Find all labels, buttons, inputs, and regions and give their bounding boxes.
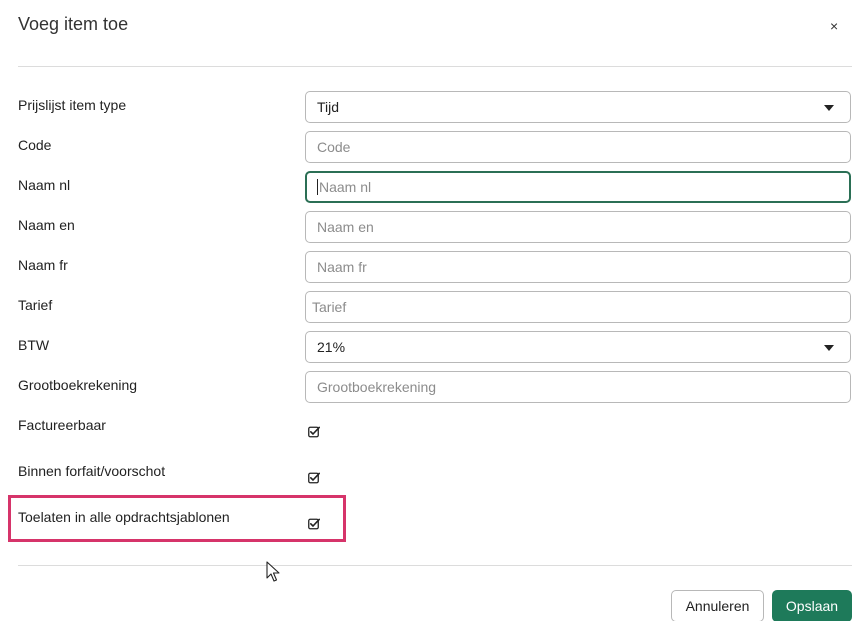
type-select-value: Tijd	[317, 99, 340, 115]
header-divider	[18, 66, 852, 67]
naam-fr-placeholder: Naam fr	[317, 259, 367, 275]
btw-select-value: 21%	[317, 339, 346, 355]
forfait-label: Binnen forfait/voorschot	[18, 463, 166, 479]
naam-nl-input[interactable]: Naam nl	[305, 171, 851, 203]
chevron-down-icon	[824, 345, 834, 351]
chevron-down-icon	[824, 105, 834, 111]
save-button[interactable]: Opslaan	[772, 590, 852, 621]
type-label: Prijslijst item type	[18, 97, 127, 113]
naam-en-label: Naam en	[18, 217, 75, 233]
code-placeholder: Code	[317, 139, 351, 155]
naam-fr-label: Naam fr	[18, 257, 68, 273]
naam-en-input[interactable]: Naam en	[305, 211, 851, 243]
code-label: Code	[18, 137, 52, 153]
btw-select[interactable]: 21%	[305, 331, 851, 363]
btw-label: BTW	[18, 337, 50, 353]
add-item-dialog: Voeg item toe × Prijslijst item type Tij…	[0, 0, 868, 621]
mouse-pointer-icon	[266, 561, 280, 582]
text-caret	[317, 179, 318, 195]
tarief-label: Tarief	[18, 297, 53, 313]
factureerbaar-checkbox[interactable]	[308, 426, 320, 438]
naam-fr-input[interactable]: Naam fr	[305, 251, 851, 283]
grootboek-placeholder: Grootboekrekening	[317, 379, 437, 395]
highlight-box	[8, 495, 346, 542]
type-select[interactable]: Tijd	[305, 91, 851, 123]
close-icon[interactable]: ×	[830, 18, 838, 34]
factureerbaar-label: Factureerbaar	[18, 417, 106, 433]
footer-divider	[18, 565, 852, 566]
code-input[interactable]: Code	[305, 131, 851, 163]
cancel-button[interactable]: Annuleren	[671, 590, 764, 621]
naam-en-placeholder: Naam en	[317, 219, 374, 235]
dialog-title: Voeg item toe	[18, 14, 129, 34]
forfait-checkbox[interactable]	[308, 472, 320, 484]
grootboek-label: Grootboekrekening	[18, 377, 138, 393]
naam-nl-placeholder: Naam nl	[319, 179, 372, 195]
grootboek-input[interactable]: Grootboekrekening	[305, 371, 851, 403]
naam-nl-label: Naam nl	[18, 177, 71, 193]
tarief-input[interactable]: Tarief	[305, 291, 851, 323]
tarief-placeholder: Tarief	[312, 299, 347, 315]
